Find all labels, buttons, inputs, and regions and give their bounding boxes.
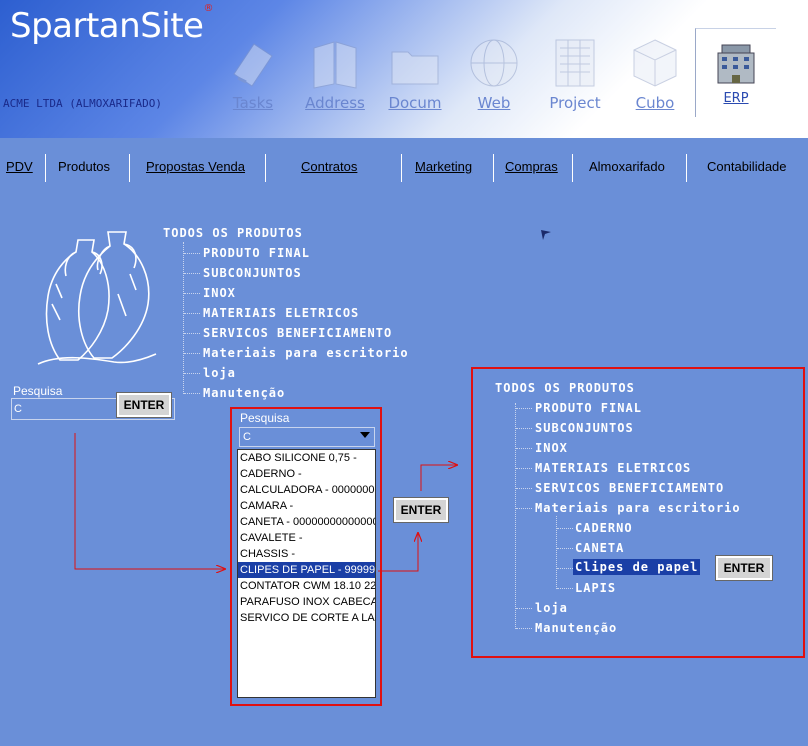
tree-connector [515, 403, 516, 629]
tree-subitem[interactable]: CANETA [575, 541, 624, 555]
tree-connector [516, 508, 532, 509]
tree-connector [557, 568, 573, 569]
tree-connector [516, 628, 532, 629]
tree-subitem-selected[interactable]: Clipes de papel [573, 559, 701, 575]
tree-connector [516, 488, 532, 489]
tree-connector [516, 608, 532, 609]
tree-root[interactable]: TODOS OS PRODUTOS [495, 381, 635, 395]
tree-item[interactable]: INOX [535, 441, 568, 455]
tree-item[interactable]: Materiais para escritorio [535, 501, 741, 515]
tree-connector [516, 408, 532, 409]
tree-connector [516, 428, 532, 429]
tree-connector [557, 548, 573, 549]
tree-item[interactable]: PRODUTO FINAL [535, 401, 642, 415]
tree-connector [557, 528, 573, 529]
tree-connector [557, 588, 573, 589]
tree-subitem[interactable]: CADERNO [575, 521, 633, 535]
tree-item[interactable]: Manutenção [535, 621, 617, 635]
tree-item[interactable]: SERVICOS BENEFICIAMENTO [535, 481, 724, 495]
tree-connector [516, 448, 532, 449]
tree-subitem[interactable]: LAPIS [575, 581, 616, 595]
tree-item[interactable]: loja [535, 601, 568, 615]
tree-item[interactable]: SUBCONJUNTOS [535, 421, 634, 435]
tree-item[interactable]: MATERIAIS ELETRICOS [535, 461, 691, 475]
tree-connector [516, 468, 532, 469]
enter-button[interactable]: ENTER [715, 555, 773, 581]
tree-connector [556, 516, 557, 589]
